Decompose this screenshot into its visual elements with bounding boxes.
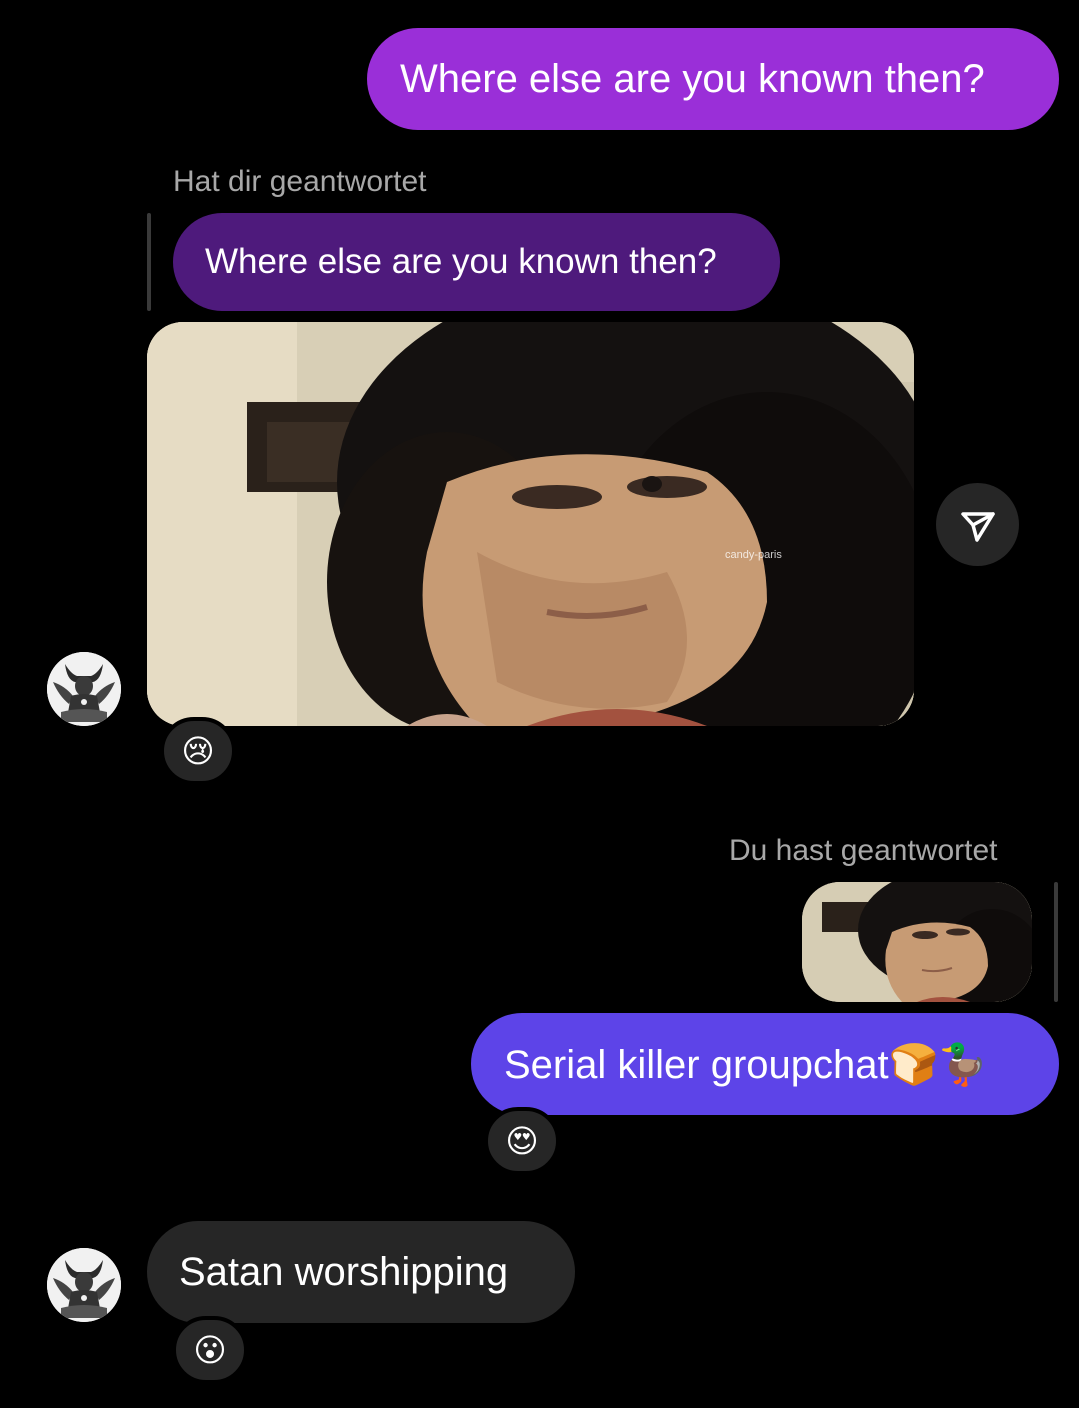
crying-face-emoji: 😢 [181, 733, 215, 769]
message-text: Where else are you known then? [400, 56, 985, 101]
image-watermark: candy-paris [725, 549, 782, 561]
surprised-face-emoji: 😮 [193, 1332, 227, 1368]
contact-avatar[interactable] [47, 652, 121, 726]
outgoing-message-bubble[interactable]: Serial killer groupchat🍞🦆 [471, 1013, 1059, 1115]
thumbnail-image [802, 882, 1032, 1002]
reply-label: Du hast geantwortet [729, 834, 998, 867]
quoted-message-text: Where else are you known then? [205, 242, 717, 281]
share-button[interactable] [936, 483, 1019, 566]
quoted-image-thumbnail[interactable] [802, 882, 1032, 1002]
reply-indicator-bar [147, 213, 151, 311]
heart-eyes-emoji: 😍 [505, 1123, 539, 1159]
reply-indicator-bar [1054, 882, 1058, 1002]
reply-label: Hat dir geantwortet [173, 165, 427, 198]
portrait-image [147, 322, 914, 726]
send-icon [960, 511, 995, 542]
contact-avatar[interactable] [47, 1248, 121, 1322]
message-reaction[interactable]: 😍 [484, 1107, 560, 1175]
baphomet-avatar-image [47, 1248, 121, 1322]
baphomet-avatar-image [47, 652, 121, 726]
message-reaction[interactable]: 😢 [160, 717, 236, 785]
message-reaction[interactable]: 😮 [172, 1316, 248, 1384]
incoming-message-bubble[interactable]: Satan worshipping [147, 1221, 575, 1323]
shared-image[interactable] [147, 322, 914, 726]
outgoing-message-bubble[interactable]: Where else are you known then? [367, 28, 1059, 130]
message-text: Satan worshipping [179, 1249, 509, 1294]
quoted-message-bubble[interactable]: Where else are you known then? [173, 213, 780, 311]
message-text: Serial killer groupchat🍞🦆 [504, 1042, 989, 1087]
